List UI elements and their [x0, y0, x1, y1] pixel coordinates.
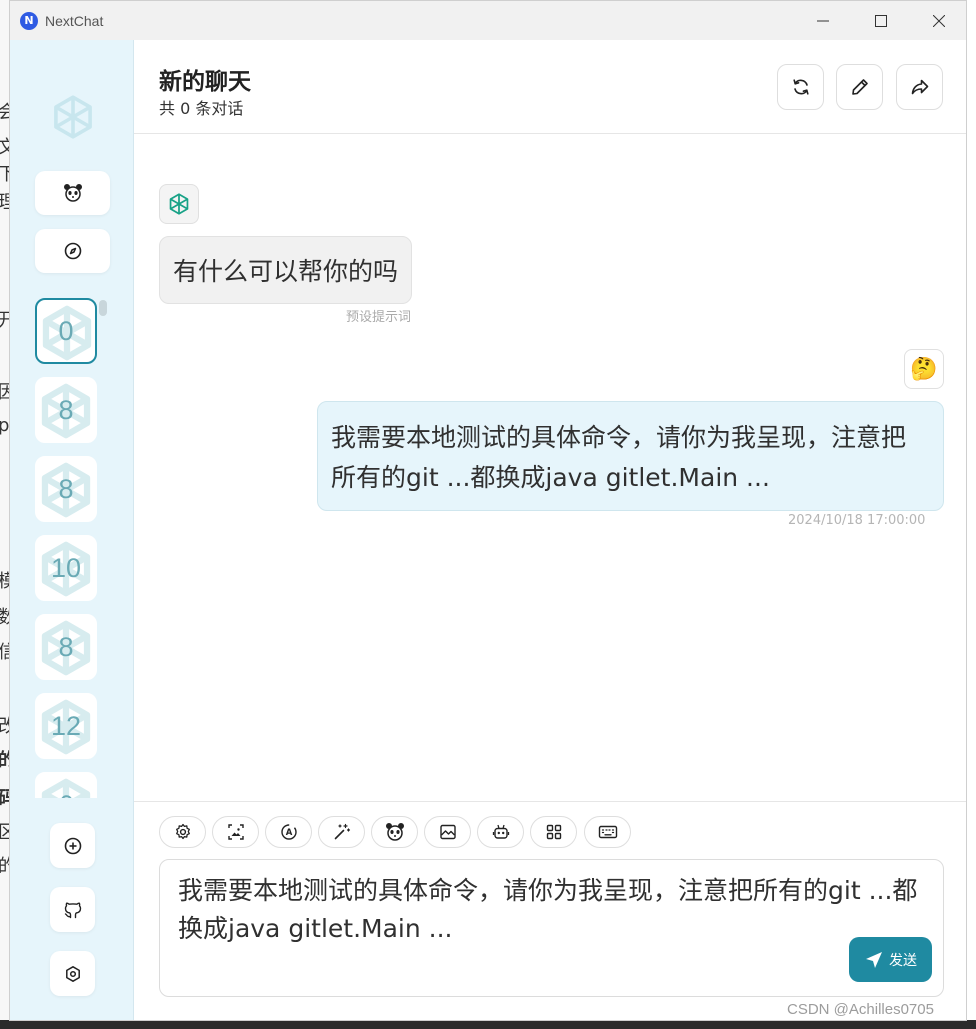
chat-input[interactable]: 我需要本地测试的具体命令，请你为我呈现，注意把所有的git ...都换成java…: [159, 859, 944, 997]
mask-item[interactable]: 8: [35, 456, 97, 522]
input-panel: A 我需要本地测试的具体命令，请你为我呈现，注意把所有的git ...都换成ja…: [134, 801, 966, 1020]
close-window-button[interactable]: [910, 1, 966, 40]
discovery-button[interactable]: [35, 229, 110, 273]
share-button[interactable]: [896, 64, 943, 110]
app-window: N NextChat 0 8 8 10 8 12 新的聊天 共 0 条对话 有什…: [9, 0, 967, 1021]
refresh-icon: [792, 79, 809, 95]
robot-icon: [492, 824, 509, 839]
theme-auto-button[interactable]: A: [265, 816, 312, 848]
assistant-message: 有什么可以帮你的吗: [159, 236, 413, 304]
github-button[interactable]: [50, 887, 95, 932]
compass-icon: [64, 242, 81, 260]
keyboard-icon: [598, 825, 617, 839]
nextchat-logo-icon: N: [20, 11, 38, 30]
panda-icon: [63, 184, 82, 202]
edit-button[interactable]: [836, 64, 883, 110]
refresh-title-button[interactable]: [777, 64, 824, 110]
minimize-button[interactable]: [794, 1, 852, 40]
mask-item-count: 8: [58, 473, 74, 504]
user-message: 我需要本地测试的具体命令，请你为我呈现，注意把所有的git ...都换成java…: [317, 401, 944, 511]
chat-message-count: 共 0 条对话: [159, 99, 244, 118]
sidebar-scrollbar[interactable]: [99, 300, 107, 316]
chat-header: 新的聊天 共 0 条对话: [134, 40, 966, 134]
chat-main: 新的聊天 共 0 条对话 有什么可以帮你的吗 预设提示词 🤔 我需要本地测试的具…: [134, 40, 966, 1020]
mask-item-count: 8: [58, 631, 74, 662]
mask-item[interactable]: 8: [35, 614, 97, 680]
model-select-button[interactable]: [477, 816, 524, 848]
auto-icon: A: [280, 824, 297, 840]
share-arrow-icon: [911, 79, 928, 95]
mask-panda-button[interactable]: [35, 171, 110, 215]
watermark-text: CSDN @Achilles0705: [787, 1001, 934, 1018]
mask-item-count: 8: [58, 394, 74, 425]
plus-circle-icon: [64, 837, 81, 854]
picture-icon: [439, 824, 456, 840]
send-icon: [866, 951, 882, 968]
upload-image-button[interactable]: [212, 816, 259, 848]
title-bar[interactable]: N NextChat: [10, 1, 966, 40]
mask-item-count: 6: [36, 773, 96, 799]
send-button-label: 发送: [889, 952, 917, 969]
assistant-message-meta: 预设提示词: [346, 310, 412, 325]
settings-icon: [175, 823, 190, 840]
new-chat-button[interactable]: [50, 823, 95, 868]
chat-settings-button[interactable]: [159, 816, 206, 848]
pencil-icon: [851, 79, 868, 95]
mask-item-count: 10: [50, 552, 82, 583]
prompt-button[interactable]: [318, 816, 365, 848]
openai-logo-icon: [54, 95, 92, 139]
mask-item[interactable]: 0: [35, 298, 97, 364]
assistant-avatar: [159, 184, 199, 224]
mask-icon: [385, 823, 404, 841]
settings-button[interactable]: [50, 951, 95, 996]
minimize-icon: [817, 20, 829, 21]
send-button[interactable]: 发送: [849, 937, 932, 982]
mask-list: 0 8 8 10 8 12: [35, 298, 107, 798]
chat-title[interactable]: 新的聊天: [159, 62, 251, 96]
svg-text:A: A: [285, 828, 292, 838]
user-message-timestamp: 2024/10/18 17:00:00: [788, 513, 926, 528]
hexagon-settings-icon: [65, 965, 80, 982]
masks-button[interactable]: [371, 816, 418, 848]
window-title: NextChat: [45, 12, 104, 29]
mask-item[interactable]: 6: [35, 772, 97, 798]
plugins-button[interactable]: [530, 816, 577, 848]
close-icon: [933, 14, 945, 27]
background-taskbar-strip: [0, 1020, 976, 1029]
magic-wand-icon: [334, 823, 350, 840]
user-avatar[interactable]: 🤔: [904, 349, 944, 389]
maximize-icon: [875, 14, 887, 27]
mask-item[interactable]: 10: [35, 535, 97, 601]
clear-context-button[interactable]: [424, 816, 471, 848]
grid-icon: [546, 824, 561, 840]
github-icon: [64, 902, 81, 918]
maximize-button[interactable]: [852, 1, 910, 40]
image-icon: [227, 824, 244, 840]
shortcut-button[interactable]: [584, 816, 631, 848]
mask-item-count: 12: [50, 710, 82, 741]
mask-item-count: 0: [58, 315, 74, 346]
sidebar: 0 8 8 10 8 12: [10, 40, 134, 1020]
mask-item[interactable]: 8: [35, 377, 97, 443]
mask-item[interactable]: 12: [35, 693, 97, 759]
openai-logo-icon: [169, 193, 189, 215]
